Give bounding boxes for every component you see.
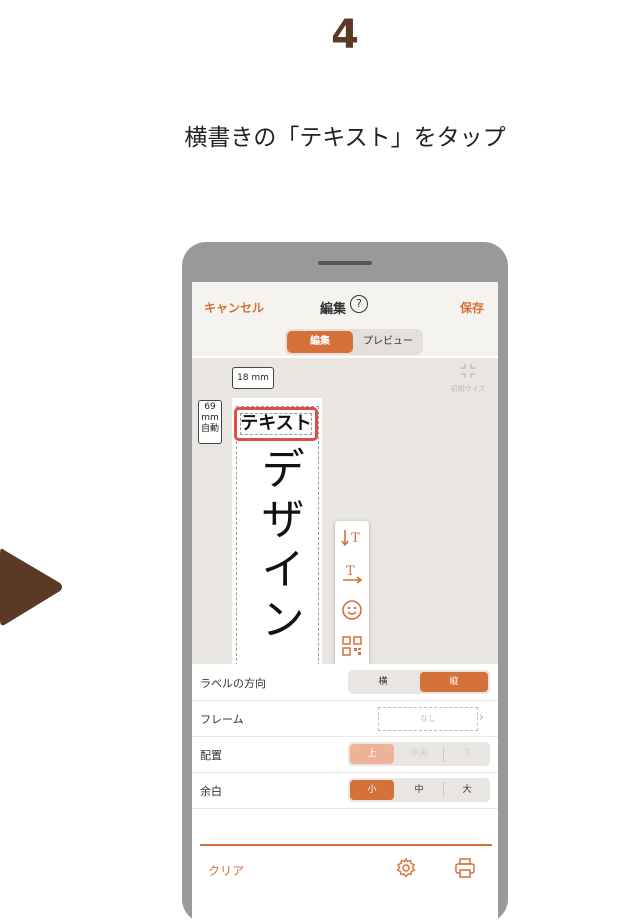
clear-button[interactable]: クリア	[208, 862, 244, 879]
phone-frame: キャンセル 編集 ? 保存 編集 プレビュー 18 mm 69 mm 自動 初期…	[182, 242, 508, 923]
shrink-icon	[438, 363, 498, 384]
tab-edit[interactable]: 編集	[287, 331, 353, 353]
margin-option-small[interactable]: 小	[350, 780, 394, 800]
footer-divider	[200, 844, 492, 846]
svg-text:T: T	[351, 531, 360, 546]
frame-row[interactable]: フレーム なし ›	[192, 700, 498, 737]
svg-text:T: T	[346, 564, 355, 579]
align-segmented-control: 上 中央 下	[348, 742, 490, 766]
margin-option-medium[interactable]: 中	[396, 778, 442, 802]
add-object-toolbox: T T ▼	[335, 521, 369, 664]
reset-size-button[interactable]: 初期サイズ	[438, 363, 498, 403]
emoji-icon[interactable]	[335, 599, 369, 626]
vertical-text-object[interactable]: デザイン	[250, 446, 306, 646]
direction-option-horizontal[interactable]: 横	[348, 670, 418, 694]
page-title: 編集	[320, 302, 347, 317]
align-label: 配置	[200, 749, 222, 762]
chevron-right-icon: ›	[479, 710, 484, 724]
step-number: 4	[331, 12, 359, 58]
help-icon[interactable]: ?	[350, 295, 368, 313]
tape-width-badge: 18 mm	[232, 367, 274, 389]
align-row: 配置 上 中央 下	[192, 736, 498, 773]
mode-segmented-control: 編集 プレビュー	[285, 329, 423, 355]
gear-icon[interactable]	[395, 857, 417, 879]
nav-bar: キャンセル 編集 ? 保存	[192, 282, 498, 332]
direction-option-vertical[interactable]: 縦	[420, 672, 488, 692]
print-icon[interactable]	[454, 857, 476, 879]
text-object-guide	[240, 413, 312, 435]
vertical-text-icon[interactable]: T	[335, 527, 369, 554]
align-option-bottom[interactable]: 下	[444, 742, 490, 766]
align-option-top[interactable]: 上	[350, 744, 394, 764]
tab-preview[interactable]: プレビュー	[355, 331, 421, 353]
margin-option-large[interactable]: 大	[444, 778, 490, 802]
frame-selector[interactable]: なし	[378, 707, 478, 731]
frame-label: フレーム	[200, 713, 244, 726]
length-mode: 自動	[200, 424, 219, 434]
margin-segmented-control: 小 中 大	[348, 778, 490, 802]
label-canvas[interactable]: 18 mm 69 mm 自動 初期サイズ デザイン テキスト T T	[192, 358, 498, 664]
reset-size-label: 初期サイズ	[450, 385, 486, 393]
app-screen: キャンセル 編集 ? 保存 編集 プレビュー 18 mm 69 mm 自動 初期…	[192, 282, 498, 923]
instruction-text: 横書きの「テキスト」をタップ	[184, 125, 506, 151]
length-value: 69	[204, 402, 216, 412]
margin-label: 余白	[200, 785, 222, 798]
qr-code-icon[interactable]	[335, 635, 369, 662]
horizontal-text-object[interactable]: テキスト	[234, 407, 318, 441]
margin-row: 余白 小 中 大	[192, 772, 498, 809]
length-unit: mm	[201, 413, 219, 423]
align-option-center[interactable]: 中央	[396, 742, 442, 766]
direction-row: ラベルの方向 横 縦	[192, 664, 498, 701]
mode-switch-bar: 編集 プレビュー	[192, 329, 498, 356]
direction-label: ラベルの方向	[200, 677, 266, 690]
label-length-badge[interactable]: 69 mm 自動	[198, 400, 222, 444]
cancel-button[interactable]: キャンセル	[204, 299, 264, 316]
phone-speaker	[318, 261, 372, 265]
save-button[interactable]: 保存	[460, 299, 484, 316]
horizontal-text-icon[interactable]: T	[335, 563, 369, 590]
next-arrow-icon	[0, 548, 62, 626]
direction-segmented-control: 横 縦	[348, 670, 490, 694]
